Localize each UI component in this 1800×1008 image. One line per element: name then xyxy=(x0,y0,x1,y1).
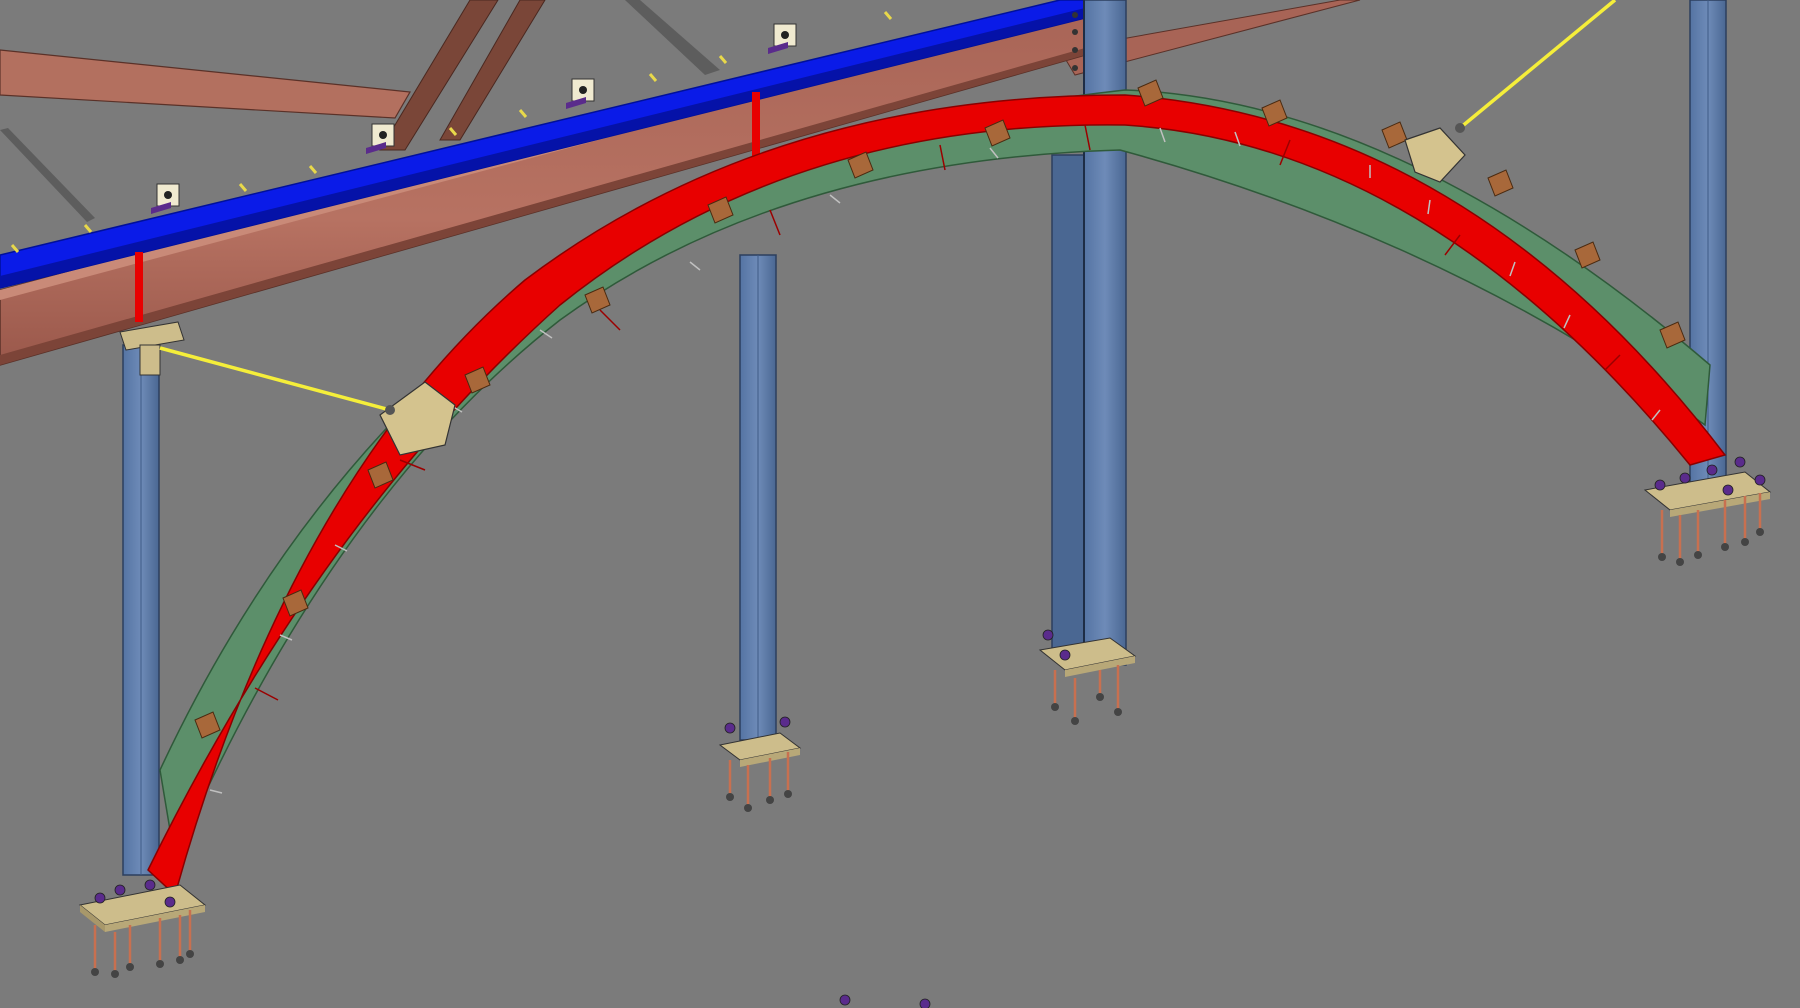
nut-icon xyxy=(91,950,194,978)
clip-angle-icon xyxy=(151,183,180,214)
steel-structure-3d-view[interactable] xyxy=(0,0,1800,1008)
base-plate-partial[interactable] xyxy=(839,994,931,1008)
truss-chord-top[interactable] xyxy=(0,49,411,119)
nut-icon xyxy=(385,405,395,415)
truss-web-gray-1[interactable] xyxy=(0,128,95,222)
nut-icon xyxy=(1051,693,1122,725)
base-plate-left[interactable] xyxy=(78,879,207,978)
tie-rod-right[interactable] xyxy=(1458,0,1617,130)
nut-icon xyxy=(726,790,792,812)
truss-diagonal-2[interactable] xyxy=(439,0,546,141)
tie-rod-left[interactable] xyxy=(159,346,391,412)
model-viewport[interactable] xyxy=(0,0,1800,1008)
clip-angle-icon xyxy=(566,78,595,109)
clip-angle-icon xyxy=(1381,121,1408,149)
anchor-bolt-icon xyxy=(1053,665,1120,718)
column-center-left[interactable] xyxy=(739,157,797,741)
nut-icon xyxy=(1658,528,1764,566)
stiffener-plate xyxy=(752,92,760,162)
stiffener-plate xyxy=(135,252,143,322)
clip-angle-icon xyxy=(768,23,797,54)
clip-angle-icon xyxy=(1487,169,1514,197)
nut-icon xyxy=(1455,123,1465,133)
truss-web-gray-2[interactable] xyxy=(625,0,720,75)
